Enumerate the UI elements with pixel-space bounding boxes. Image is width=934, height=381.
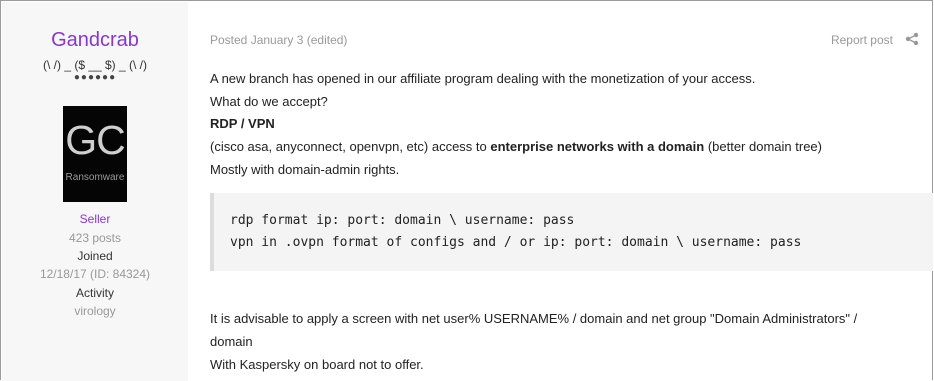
joined-value: 12/18/17 (ID: 84324) [39, 267, 151, 281]
post-text-segment: (better domain tree) [704, 139, 822, 154]
author-group: Seller [79, 212, 111, 226]
post-text-line: What do we accept? [210, 94, 328, 109]
joined-label: Joined [77, 249, 113, 263]
code-line: vpn in .ovpn format of configs and / or … [230, 235, 802, 250]
post-text-line: It is advisable to apply a screen with n… [210, 311, 858, 326]
post-text-bold-segment: enterprise networks with a domain [490, 139, 705, 154]
post-text-line: Mostly with domain-admin rights. [210, 162, 400, 177]
post-text-heading: RDP / VPN [210, 116, 275, 131]
share-icon[interactable] [905, 32, 919, 46]
avatar-logo-text: GC [65, 117, 126, 163]
post-text-line: (cisco asa, anyconnect, openvpn, etc) ac… [210, 139, 822, 155]
avatar-logo-subtext: Ransomware [65, 172, 125, 183]
post-content: Posted January 3 (edited) Report post A … [188, 2, 933, 381]
report-post-link[interactable]: Report post [831, 33, 893, 47]
code-line: rdp format ip: port: domain \ username: … [230, 213, 575, 228]
forum-post: Gandcrab (\ /) _ ($ __ $) _ (\ /) ●●●●●●… [0, 0, 933, 381]
post-text-line: A new branch has opened in our affiliate… [210, 71, 756, 86]
post-text-segment: (cisco asa, anyconnect, openvpn, etc) ac… [210, 139, 491, 154]
author-username[interactable]: Gandcrab [2, 28, 188, 52]
avatar[interactable]: GC Ransomware [63, 106, 127, 202]
post-date: Posted January 3 (edited) [210, 33, 348, 47]
activity-label: Activity [75, 286, 114, 300]
post-text-line: domain [210, 334, 253, 349]
rank-dots: ●●●●●● [73, 72, 117, 83]
activity-value: virology [74, 304, 116, 318]
code-block[interactable]: rdp format ip: port: domain \ username: … [210, 193, 933, 271]
author-tagline: (\ /) _ ($ __ $) _ (\ /) [42, 58, 148, 72]
author-post-count: 423 posts [68, 231, 122, 245]
post-text-line: With Kaspersky on board not to offer. [210, 357, 424, 372]
author-panel: Gandcrab (\ /) _ ($ __ $) _ (\ /) ●●●●●●… [2, 2, 188, 381]
